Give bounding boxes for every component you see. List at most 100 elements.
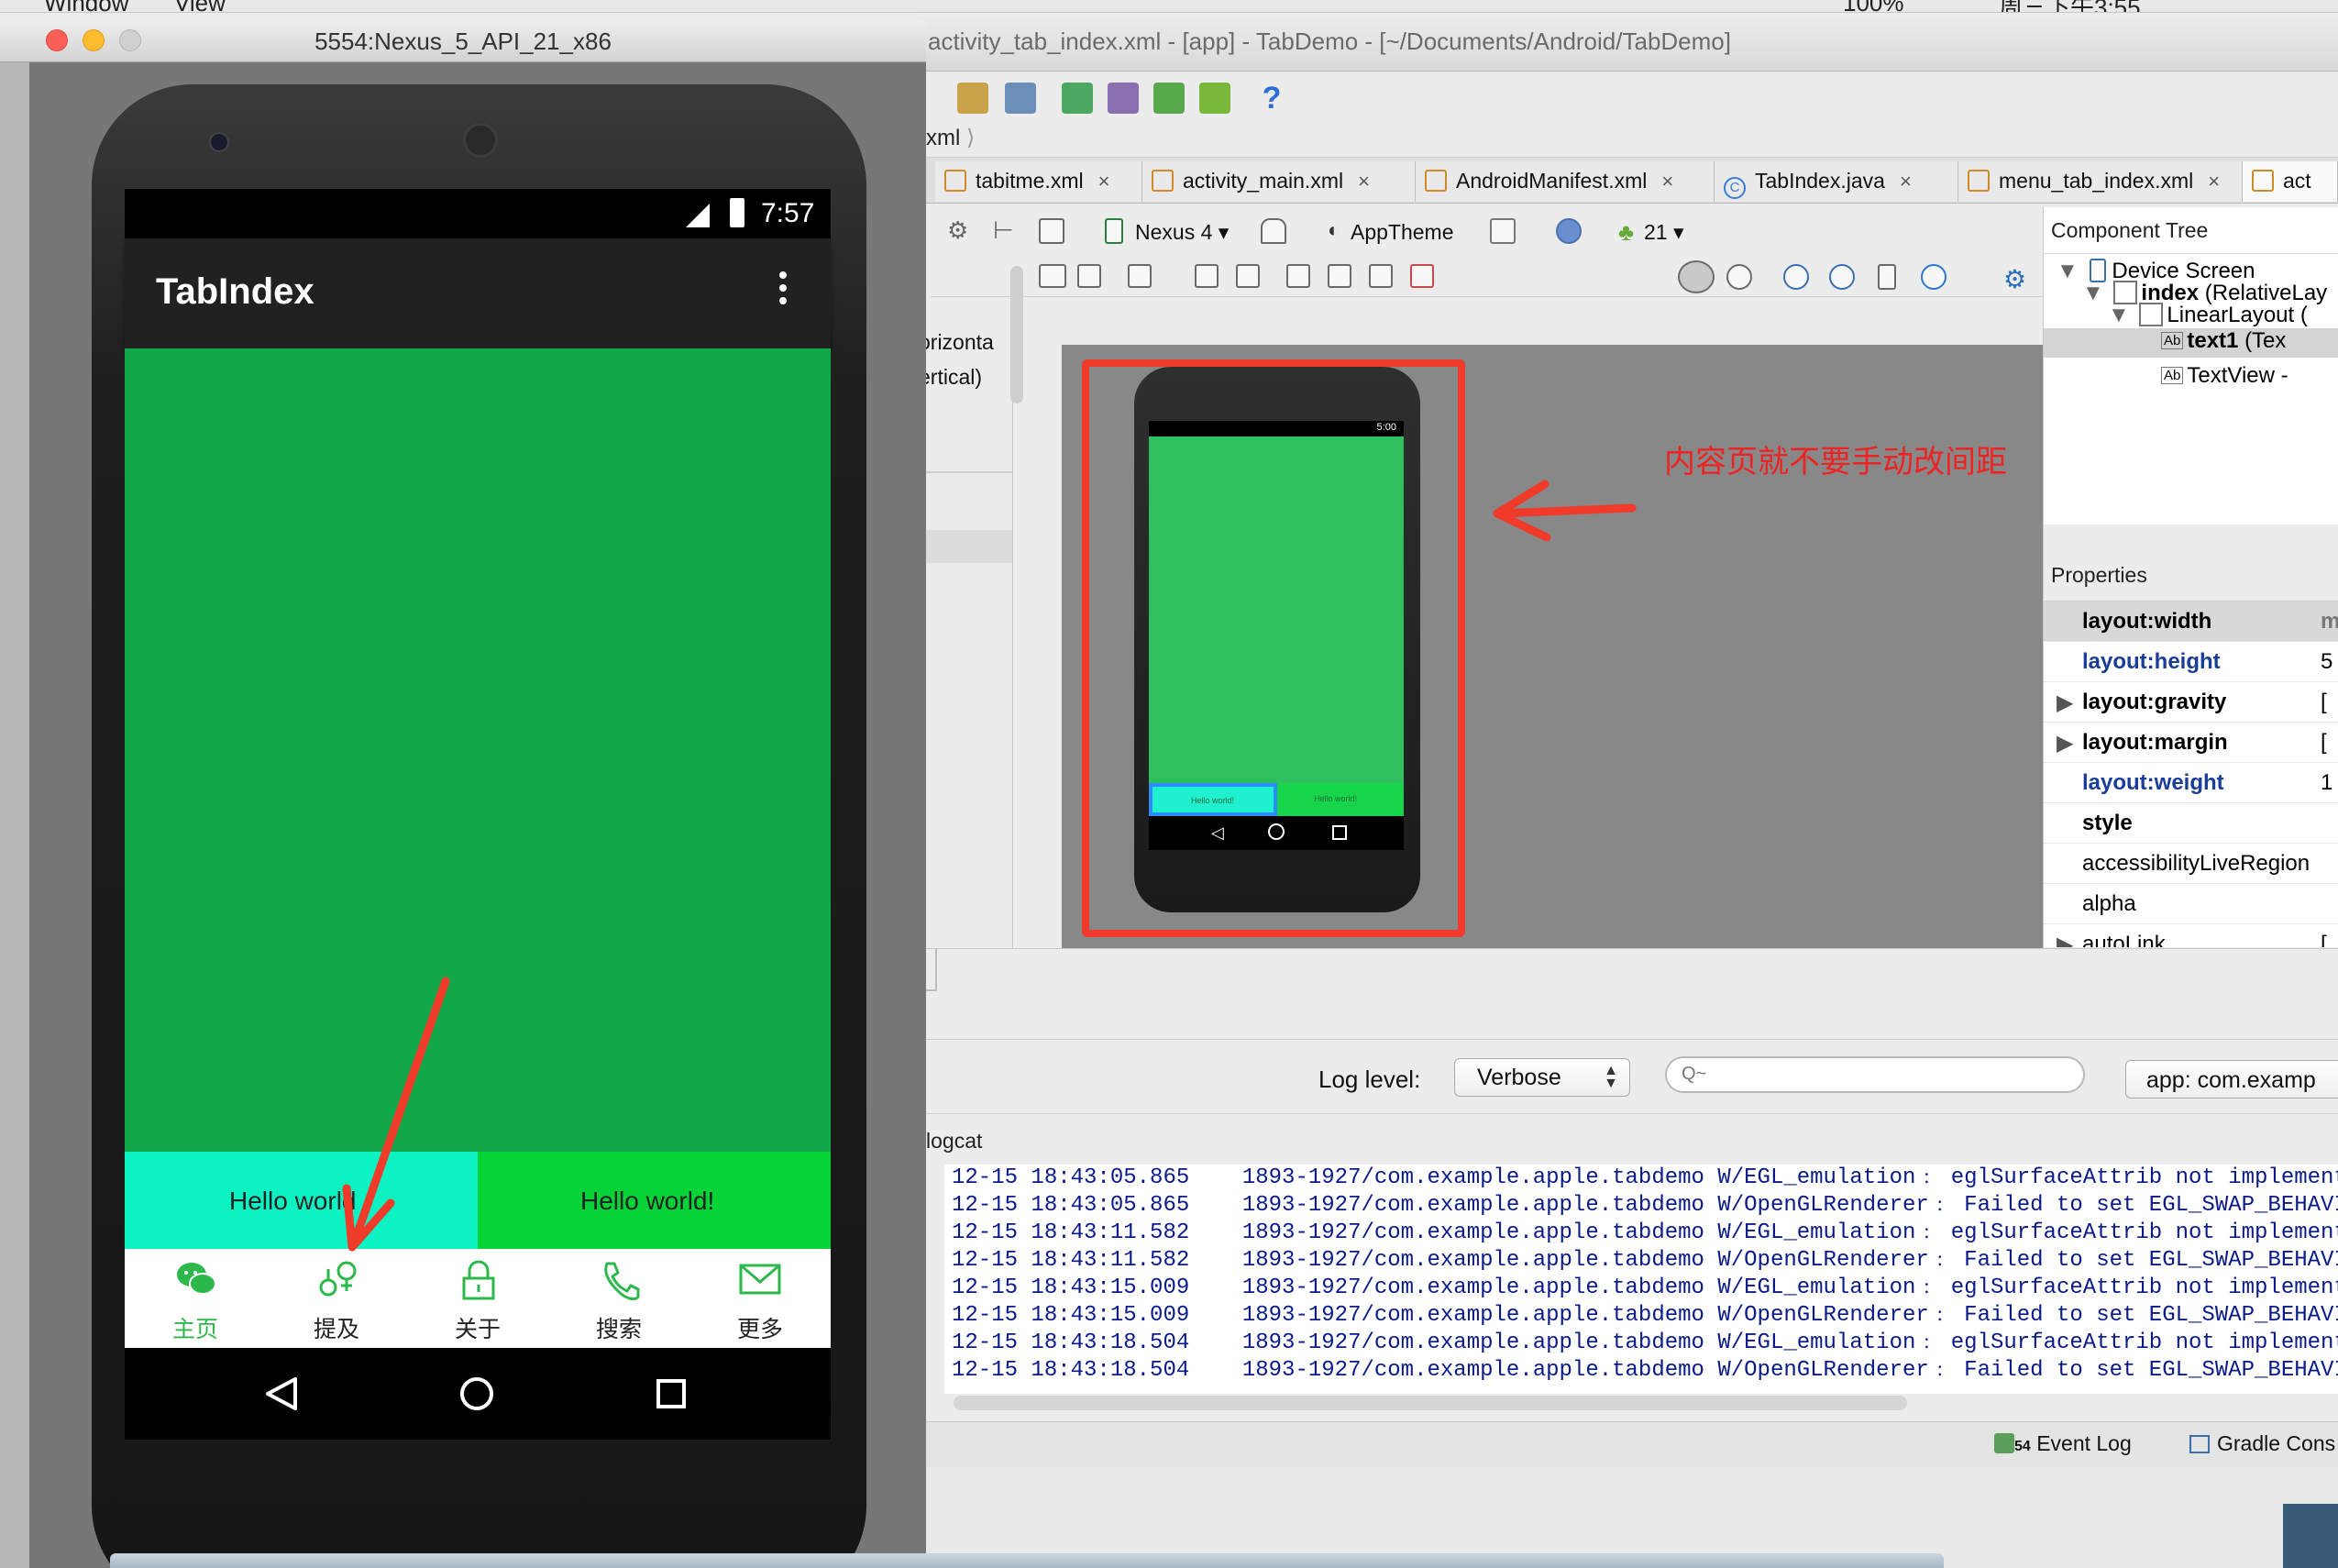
tools-icon[interactable] [957,83,988,114]
front-camera-icon [209,132,229,152]
back-icon[interactable] [264,1375,301,1412]
layout-height-icon[interactable] [1077,264,1101,288]
gradle-console-button[interactable]: Gradle Cons [2189,1431,2335,1456]
zoom-fit-screen-icon[interactable] [1726,264,1752,290]
sum-icon[interactable] [1328,264,1351,288]
tab-android-manifest[interactable]: AndroidManifest.xml × [1416,161,1715,202]
weight-icon[interactable] [1369,264,1393,288]
annotation-arrow-down [342,977,450,1252]
screenshot-icon[interactable] [1878,264,1896,290]
prop-value[interactable]: 5 [2321,649,2332,675]
distribute-icon[interactable] [1286,264,1310,288]
sdk-manager-icon[interactable] [1153,83,1185,114]
settings-gear-icon[interactable]: ⚙ [2003,264,2029,293]
log-level-select[interactable]: Verbose ▲ ▼ [1454,1058,1630,1097]
expand-icon[interactable]: ▶ [2057,730,2073,756]
close-icon[interactable]: × [1900,170,1912,193]
breadcrumb-item[interactable]: xml [926,126,960,150]
prop-layout-height[interactable]: layout:height 5 [2044,642,2338,682]
help-icon[interactable]: ? [1256,83,1287,114]
tree-row-linearlayout[interactable]: ▼ LinearLayout ( [2108,303,2308,328]
zoom-in-icon[interactable] [1783,264,1809,290]
prop-alpha[interactable]: alpha [2044,884,2338,924]
layout-width-icon[interactable] [1039,264,1066,288]
close-icon[interactable]: × [1661,170,1673,193]
avd-manager-icon[interactable] [1108,83,1139,114]
tab-tabitme[interactable]: tabitme.xml × [935,161,1142,202]
tab-content-area[interactable] [125,348,831,1152]
device-selector[interactable]: Nexus 4 ▾ [1135,220,1229,245]
expand-icon[interactable]: ▶ [2057,932,2073,947]
prop-value[interactable]: 1 [2321,770,2332,796]
zoom-actual-icon[interactable] [1678,260,1715,293]
battery-icon [730,198,744,227]
prop-style[interactable]: style [2044,803,2338,844]
logcat-hscrollbar[interactable] [954,1396,1907,1410]
palette-scrollbar[interactable] [1010,266,1023,403]
orientation-icon[interactable] [1261,218,1286,244]
logcat-output[interactable]: 12-15 18:43:05.865 1893-1927/com.example… [944,1165,2338,1394]
stretch-h-icon[interactable] [1195,264,1219,288]
device-config-icon[interactable] [1039,218,1064,244]
prop-value[interactable]: [ [2321,932,2327,947]
android-monitor-icon[interactable] [1199,83,1230,114]
stretch-v-icon[interactable] [1236,264,1260,288]
prop-value[interactable]: [ [2321,730,2327,756]
prop-name: layout:width [2082,609,2212,634]
preview-tab-text: Hello world! [1191,796,1235,805]
palette-item[interactable]: ertical) [919,365,982,390]
prop-layout-gravity[interactable]: ▶ layout:gravity [ [2044,682,2338,723]
menu-view[interactable]: View [174,0,226,12]
prop-accessibility-live-region[interactable]: accessibilityLiveRegion [2044,844,2338,884]
palette-item[interactable]: orizonta [919,330,994,355]
tree-row-textview[interactable]: Ab TextView - [2161,363,2288,389]
refresh-icon[interactable] [1921,264,1946,290]
minimize-window-icon[interactable] [83,29,105,51]
gear-icon[interactable]: ⚙ [947,216,973,244]
tab-search[interactable]: 搜索 [548,1249,689,1348]
api-level-selector[interactable]: 21 ▾ [1644,220,1684,245]
tab-menu-tab-index[interactable]: menu_tab_index.xml × [1958,161,2243,202]
recents-icon[interactable] [656,1379,686,1408]
clear-weights-icon[interactable] [1410,264,1434,288]
event-log-button[interactable]: 54 Event Log [1994,1431,2132,1456]
home-icon[interactable] [460,1377,493,1410]
zoom-out-icon[interactable] [1829,264,1855,290]
close-icon[interactable]: × [2208,170,2220,193]
tree-row-text1[interactable]: Ab text1 (Tex [2044,328,2338,358]
preview-text1-selected[interactable]: Hello world! [1149,783,1277,816]
activity-icon[interactable] [1490,218,1516,244]
sync-gradle-icon[interactable] [1062,83,1093,114]
app-filter-select[interactable]: app: com.examp [2125,1060,2338,1099]
zoom-window-icon[interactable] [119,29,141,51]
hello-world-right[interactable]: Hello world! [478,1152,831,1249]
overflow-menu-icon[interactable] [779,271,789,312]
zoom-fit-icon[interactable] [1128,264,1152,288]
tab-more[interactable]: 更多 [689,1249,831,1348]
prop-value[interactable]: m [2321,609,2338,635]
tab-activity-tab-index[interactable]: act [2243,161,2338,202]
close-icon[interactable]: × [1358,170,1370,193]
tab-tabindex-java[interactable]: C TabIndex.java × [1715,161,1958,202]
ide-title-text: activity_tab_index.xml - [app] - TabDemo… [928,28,1731,55]
prop-autolink[interactable]: ▶ autoLink [ [2044,924,2338,948]
device-icon[interactable] [1105,218,1123,244]
logcat-search-input[interactable]: Q~ [1665,1056,2085,1093]
menu-window[interactable]: Window [44,0,128,12]
preview-textview[interactable]: Hello world! [1277,783,1404,816]
tab-activity-main[interactable]: activity_main.xml × [1142,161,1416,202]
close-window-icon[interactable] [46,29,68,51]
prop-value[interactable]: [ [2321,690,2327,715]
close-icon[interactable]: × [1098,170,1110,193]
expand-icon[interactable]: ▶ [2057,690,2073,716]
project-structure-icon[interactable] [1005,83,1036,114]
prop-layout-width[interactable]: layout:width m [2044,602,2338,642]
prop-layout-margin[interactable]: ▶ layout:margin [ [2044,723,2338,763]
theme-selector[interactable]: AppTheme [1351,220,1454,245]
preview-content[interactable] [1149,436,1404,783]
locale-globe-icon[interactable] [1556,218,1582,244]
prop-layout-weight[interactable]: layout:weight 1 [2044,763,2338,803]
collapse-icon[interactable]: ⊢ [993,216,1019,244]
tab-home[interactable]: 主页 [125,1249,266,1348]
mail-icon [739,1264,781,1295]
